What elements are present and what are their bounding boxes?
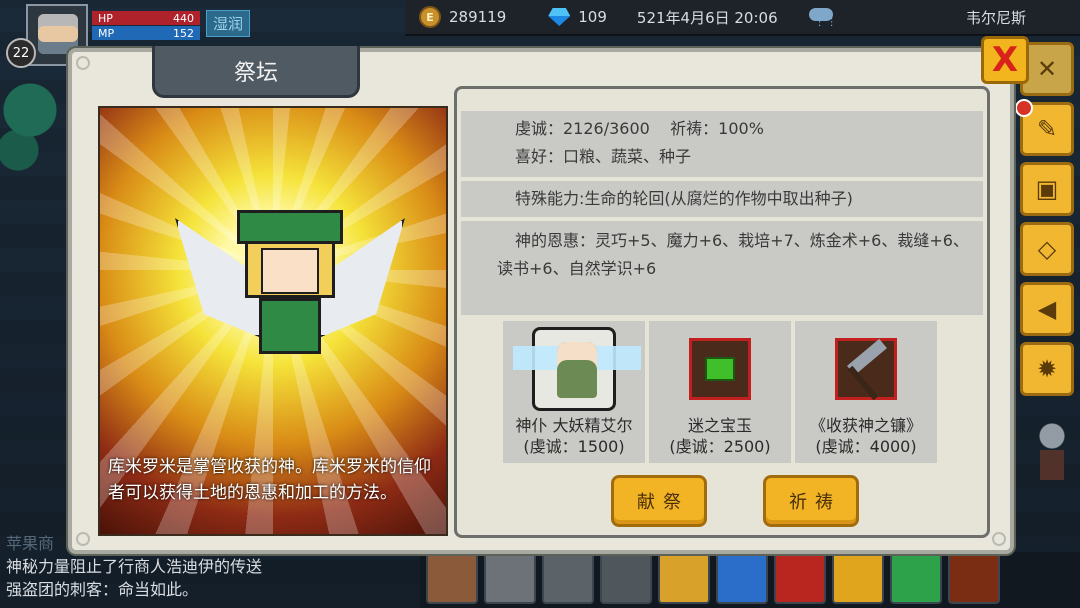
fairy-servant-icon <box>513 327 641 411</box>
deity-hat <box>237 210 343 244</box>
devotion-prayer-stats: 虔诚：2126/3600 祈祷：100% <box>515 119 764 138</box>
skill-slot-fire[interactable] <box>774 552 826 604</box>
reward-list: 神仆 大妖精艾尔 (虔诚：1500) 迷之宝玉 (虔诚：2500) 《收获神之镰… <box>503 321 941 463</box>
reward-item[interactable]: 迷之宝玉 (虔诚：2500) <box>649 321 791 463</box>
level-badge: 22 <box>6 38 36 68</box>
gem-counter: 109 <box>548 8 607 26</box>
coin-counter: E 289119 <box>419 6 506 28</box>
rain-cloud-icon <box>806 6 839 28</box>
corner-ornament <box>76 532 90 546</box>
notification-dot <box>1015 99 1033 117</box>
hp-bar: HP 440 <box>92 11 200 25</box>
tree-sprite <box>0 70 58 180</box>
reward-item[interactable]: 《收获神之镰》 (虔诚：4000) <box>795 321 937 463</box>
deity-body <box>259 298 321 354</box>
player-status: 22 HP 440 MP 152 湿润 <box>0 0 260 68</box>
skill-bar <box>420 552 1080 608</box>
corner-ornament <box>76 56 90 70</box>
skill-slot-water[interactable] <box>716 552 768 604</box>
reward-cost: (虔诚：4000) <box>815 437 917 456</box>
diamond-icon <box>548 8 570 26</box>
gear-menu-button[interactable]: ✹ <box>1020 342 1074 396</box>
reward-cost: (虔诚：2500) <box>669 437 771 456</box>
mp-label: MP <box>98 26 115 40</box>
mp-value: 152 <box>173 26 194 40</box>
deity-likes: 喜好：口粮、蔬菜、种子 <box>515 147 692 166</box>
mp-bar: MP 152 <box>92 26 200 40</box>
map-menu-button[interactable]: ◇ <box>1020 222 1074 276</box>
reward-item[interactable]: 神仆 大妖精艾尔 (虔诚：1500) <box>503 321 645 463</box>
npc-sprite <box>1030 420 1074 484</box>
offer-button[interactable]: 献祭 <box>611 475 707 527</box>
deity-description: 库米罗米是掌管收获的神。库米罗米的信仰者可以获得土地的恩惠和加工的方法。 <box>108 457 431 503</box>
skill-slot-swap[interactable] <box>658 552 710 604</box>
top-hud: E 289119 109 521年4月6日 20:06 韦尔尼斯 <box>405 0 1080 36</box>
special-ability: 特殊能力:生命的轮回(从腐烂的作物中取出种子) <box>461 181 983 217</box>
coin-value: 289119 <box>449 8 507 26</box>
dialog-title: 祭坛 <box>152 46 360 98</box>
game-datetime: 521年4月6日 20:06 <box>636 8 778 27</box>
green-gem-icon <box>689 338 751 400</box>
deity-face <box>261 248 319 294</box>
altar-dialog: 祭坛 库米罗米是掌管收获的神。库米罗米的信仰者可以获得土地的恩惠和加工的方法。 … <box>68 46 1014 554</box>
deity-sprite <box>175 198 405 378</box>
skill-slot-fist[interactable] <box>426 552 478 604</box>
skill-slot-light[interactable] <box>832 552 884 604</box>
chat-line: 强盗团的刺客：命当如此。 <box>6 580 199 599</box>
pray-button[interactable]: 祈祷 <box>763 475 859 527</box>
scythe-icon <box>835 338 897 400</box>
close-button[interactable]: X <box>981 36 1029 84</box>
reward-cost: (虔诚：1500) <box>523 437 625 456</box>
side-menu: ✕ ✎ ▣ ◇ ◀ ✹ <box>1015 42 1078 396</box>
deity-portrait: 库米罗米是掌管收获的神。库米罗米的信仰者可以获得土地的恩惠和加工的方法。 <box>98 106 448 536</box>
hp-value: 440 <box>173 11 194 25</box>
location-name: 韦尔尼斯 <box>965 8 1026 27</box>
skill-slot-sword[interactable] <box>542 552 594 604</box>
speaker-menu-button[interactable]: ◀ <box>1020 282 1074 336</box>
reward-name: 迷之宝玉 <box>687 416 752 435</box>
hp-label: HP <box>98 11 113 25</box>
devotion-section: 虔诚：2126/3600 祈祷：100% 喜好：口粮、蔬菜、种子 <box>461 111 983 177</box>
coin-icon: E <box>419 6 441 28</box>
chat-line: 神秘力量阻止了行商人浩迪伊的传送 <box>6 557 263 576</box>
status-effect-badge: 湿润 <box>206 10 251 37</box>
skill-slot-heal[interactable] <box>890 552 942 604</box>
reward-name: 《收获神之镰》 <box>809 416 922 435</box>
reward-name: 神仆 大妖精艾尔 <box>515 416 633 435</box>
deity-blessing: 神的恩惠：灵巧+5、魔力+6、栽培+7、炼金术+6、裁缝+6、读书+6、自然学识… <box>461 221 983 315</box>
skill-slot-bow[interactable] <box>600 552 652 604</box>
skill-slot-claw[interactable] <box>948 552 1000 604</box>
corner-ornament <box>992 532 1006 546</box>
quill-menu-button[interactable]: ✎ <box>1015 99 1074 156</box>
deity-info-panel: 虔诚：2126/3600 祈祷：100% 喜好：口粮、蔬菜、种子 特殊能力:生命… <box>454 86 990 538</box>
skill-slot-hourglass[interactable] <box>484 552 536 604</box>
chest-menu-button[interactable]: ▣ <box>1020 162 1074 216</box>
gem-value: 109 <box>578 8 607 26</box>
